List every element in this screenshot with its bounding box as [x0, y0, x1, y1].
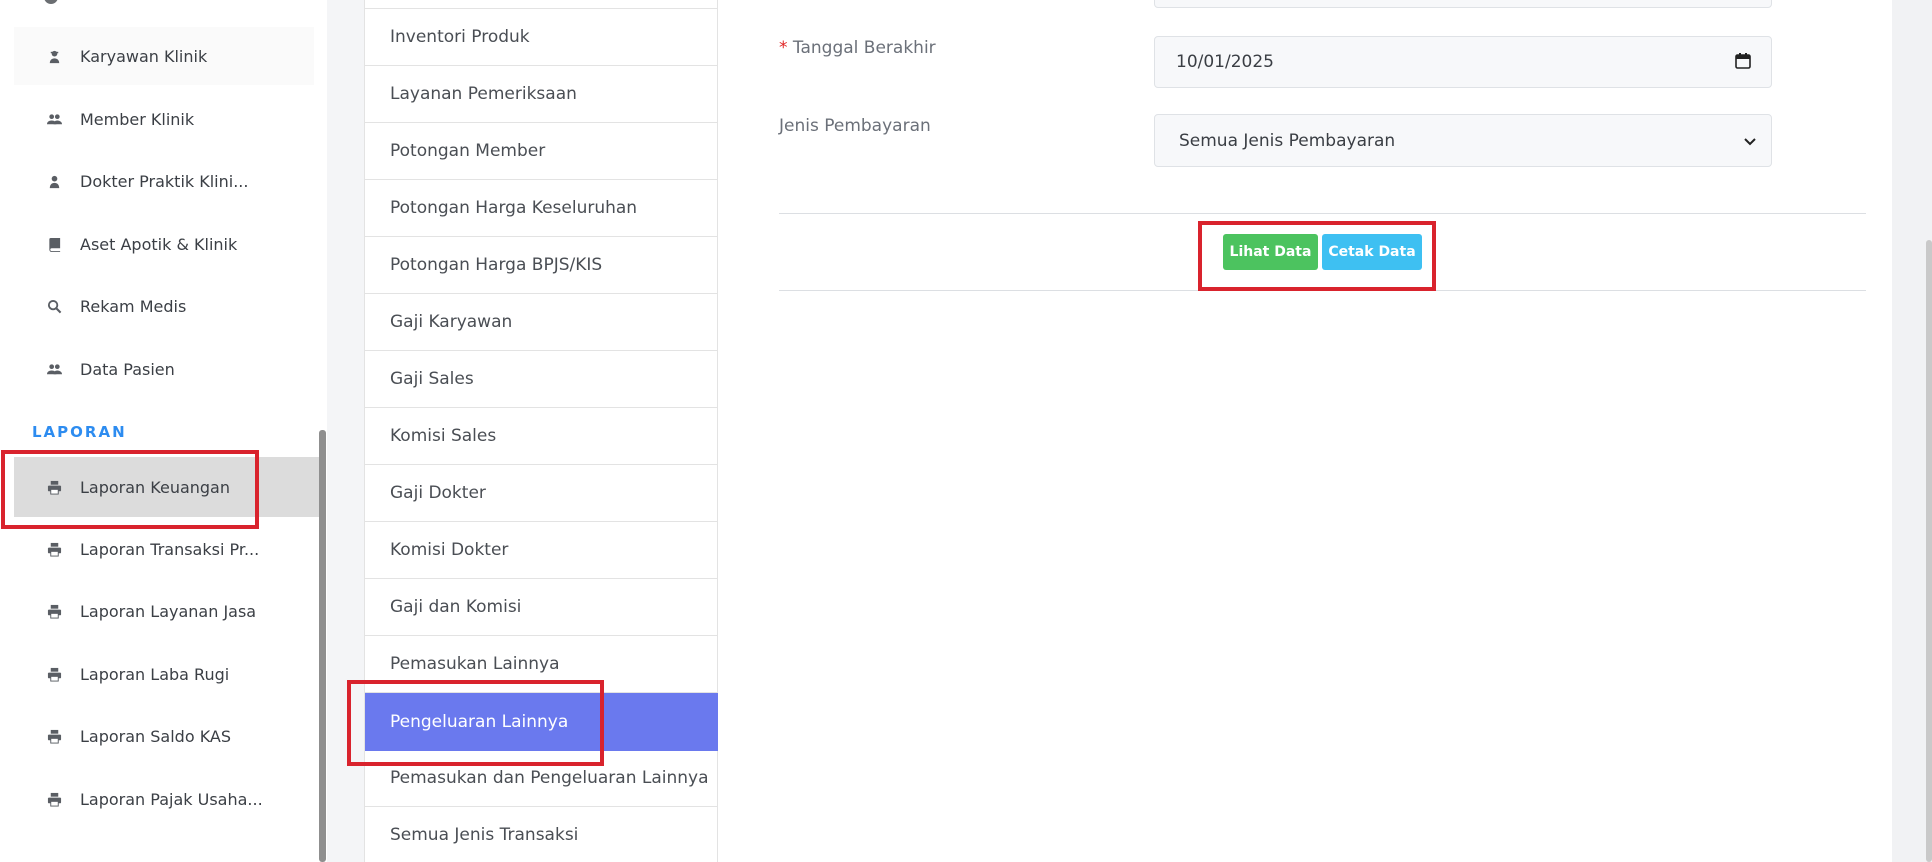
- list-item-label: Inventori Produk: [390, 27, 530, 47]
- sidebar-item-karyawan-klinik[interactable]: Karyawan Klinik: [14, 27, 314, 85]
- users-icon: [44, 359, 64, 379]
- list-item-potongan-harga-keseluruhan[interactable]: Potongan Harga Keseluruhan: [365, 180, 718, 237]
- list-item-label: Gaji Karyawan: [390, 312, 513, 332]
- user-icon: [44, 171, 64, 191]
- end-date-label: * Tanggal Berakhir: [779, 38, 936, 58]
- list-item-label: Potongan Harga BPJS/KIS: [390, 255, 603, 275]
- list-item-label: Komisi Dokter: [390, 540, 509, 560]
- section-label-laporan: LAPORAN: [32, 423, 127, 441]
- list-item-label: Pemasukan dan Pengeluaran Lainnya: [390, 768, 709, 788]
- highlight-box-buttons: [1198, 221, 1436, 291]
- sidebar-item-label: Laporan Laba Rugi: [80, 664, 230, 684]
- list-item-layanan-pemeriksaan[interactable]: Layanan Pemeriksaan: [365, 66, 718, 123]
- highlight-box-sidebar: [1, 450, 259, 529]
- sidebar-item-laporan-saldo-kas[interactable]: Laporan Saldo KAS: [14, 707, 314, 765]
- sidebar-item-dokter-praktik[interactable]: Dokter Praktik Klini...: [14, 152, 314, 210]
- payment-type-value: Semua Jenis Pembayaran: [1179, 130, 1396, 151]
- sidebar-top-icon-fragment: [44, 0, 58, 4]
- sidebar-item-label: Laporan Saldo KAS: [80, 726, 232, 746]
- print-icon: [44, 601, 64, 621]
- end-date-input[interactable]: 10/01/2025: [1154, 36, 1772, 88]
- calendar-icon[interactable]: [1735, 53, 1751, 74]
- search-icon: [44, 296, 64, 316]
- list-item-gaji-sales[interactable]: Gaji Sales: [365, 351, 718, 408]
- list-item-semua-jenis-transaksi[interactable]: Semua Jenis Transaksi: [365, 807, 718, 862]
- sidebar-item-label: Dokter Praktik Klini...: [80, 171, 249, 191]
- list-item-partial[interactable]: [365, 0, 718, 9]
- required-mark: *: [779, 38, 788, 58]
- print-icon: [44, 726, 64, 746]
- list-item-label: Semua Jenis Transaksi: [390, 825, 579, 845]
- sidebar-item-label: Member Klinik: [80, 109, 195, 129]
- print-icon: [44, 664, 64, 684]
- list-item-potongan-harga-bpjs[interactable]: Potongan Harga BPJS/KIS: [365, 237, 718, 294]
- end-date-label-text: Tanggal Berakhir: [792, 38, 936, 58]
- list-item-komisi-sales[interactable]: Komisi Sales: [365, 408, 718, 465]
- sidebar-item-laporan-laba-rugi[interactable]: Laporan Laba Rugi: [14, 645, 314, 703]
- start-date-field-partial[interactable]: [1154, 0, 1772, 8]
- end-date-value: 10/01/2025: [1176, 52, 1274, 72]
- sidebar-item-rekam-medis[interactable]: Rekam Medis: [14, 277, 314, 335]
- sidebar-item-data-pasien[interactable]: Data Pasien: [14, 340, 314, 398]
- list-item-komisi-dokter[interactable]: Komisi Dokter: [365, 522, 718, 579]
- payment-type-label: Jenis Pembayaran: [779, 116, 931, 136]
- user-secret-icon: [44, 46, 64, 66]
- list-item-label: Gaji dan Komisi: [390, 597, 522, 617]
- sidebar-item-laporan-layanan-jasa[interactable]: Laporan Layanan Jasa: [14, 582, 314, 640]
- list-item-label: Gaji Dokter: [390, 483, 486, 503]
- sidebar-item-label: Karyawan Klinik: [80, 46, 208, 66]
- form-divider-top: [779, 213, 1866, 214]
- sidebar-item-laporan-pajak[interactable]: Laporan Pajak Usaha...: [14, 770, 314, 828]
- list-item-potongan-member[interactable]: Potongan Member: [365, 123, 718, 180]
- print-icon: [44, 539, 64, 559]
- print-icon: [44, 789, 64, 809]
- users-icon: [44, 109, 64, 129]
- chevron-down-icon: [1743, 134, 1757, 154]
- payment-type-select[interactable]: Semua Jenis Pembayaran: [1154, 114, 1772, 167]
- list-item-label: Gaji Sales: [390, 369, 474, 389]
- list-item-gaji-dokter[interactable]: Gaji Dokter: [365, 465, 718, 522]
- sidebar-item-label: Rekam Medis: [80, 296, 187, 316]
- list-item-label: Potongan Harga Keseluruhan: [390, 198, 638, 218]
- filter-form: * Tanggal Berakhir 10/01/2025 Jenis Pemb…: [718, 0, 1892, 862]
- list-item-label: Layanan Pemeriksaan: [390, 84, 577, 104]
- highlight-box-list: [347, 680, 604, 766]
- sidebar-item-label: Laporan Layanan Jasa: [80, 601, 257, 621]
- book-icon: [44, 234, 64, 254]
- sidebar-item-label: Laporan Pajak Usaha...: [80, 789, 263, 809]
- sidebar-item-label: Data Pasien: [80, 359, 175, 379]
- sidebar: Karyawan Klinik Member Klinik Dokter Pra…: [0, 0, 327, 862]
- page-scrollbar[interactable]: [1926, 240, 1932, 862]
- list-item-gaji-dan-komisi[interactable]: Gaji dan Komisi: [365, 579, 718, 636]
- sidebar-item-member-klinik[interactable]: Member Klinik: [14, 90, 314, 148]
- app-root: Karyawan Klinik Member Klinik Dokter Pra…: [0, 0, 1932, 862]
- list-item-inventori-produk[interactable]: Inventori Produk: [365, 9, 718, 66]
- list-item-label: Potongan Member: [390, 141, 546, 161]
- sidebar-scrollbar[interactable]: [319, 430, 326, 862]
- list-item-label: Komisi Sales: [390, 426, 497, 446]
- list-item-label: Pemasukan Lainnya: [390, 654, 560, 674]
- sidebar-item-label: Laporan Transaksi Pr...: [80, 539, 260, 559]
- sidebar-item-aset[interactable]: Aset Apotik & Klinik: [14, 215, 314, 273]
- sidebar-item-label: Aset Apotik & Klinik: [80, 234, 238, 254]
- list-item-gaji-karyawan[interactable]: Gaji Karyawan: [365, 294, 718, 351]
